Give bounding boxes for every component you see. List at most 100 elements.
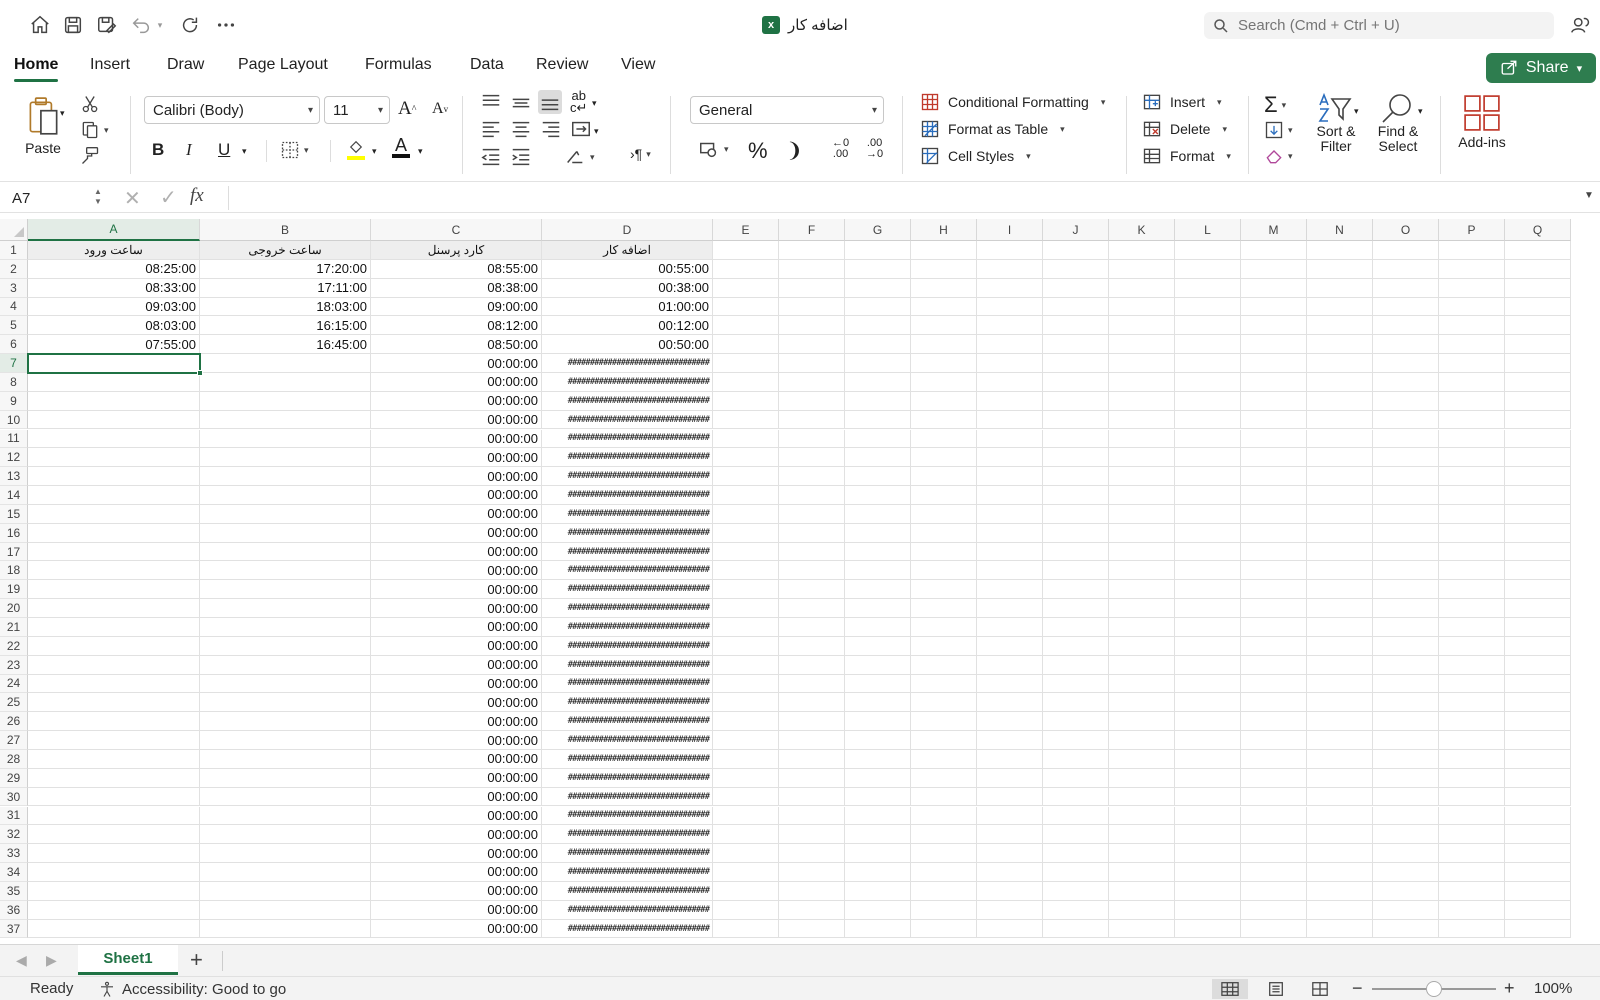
cell-a30[interactable]: [28, 787, 200, 807]
cell-h4[interactable]: [911, 297, 977, 317]
cell-e15[interactable]: [713, 504, 779, 524]
cell-c34[interactable]: 00:00:00: [371, 863, 542, 882]
copy-icon[interactable]: ▾: [80, 120, 109, 140]
cell-o33[interactable]: [1373, 844, 1439, 864]
find-select-button[interactable]: Find & Select: [1372, 92, 1424, 154]
number-format-select[interactable]: General ▾: [690, 96, 884, 124]
tab-draw[interactable]: Draw: [167, 56, 204, 74]
cell-p12[interactable]: [1439, 448, 1505, 468]
cell-q29[interactable]: [1505, 768, 1571, 788]
row-header-18[interactable]: 18: [0, 561, 28, 581]
row-header-27[interactable]: 27: [0, 731, 28, 750]
column-header-d[interactable]: D: [542, 219, 713, 241]
cell-b22[interactable]: [200, 636, 371, 656]
tab-page-layout[interactable]: Page Layout: [238, 56, 328, 74]
cell-q7[interactable]: [1505, 354, 1571, 373]
cell-a3[interactable]: 08:33:00: [28, 278, 200, 298]
cell-n6[interactable]: [1307, 335, 1373, 355]
cell-c32[interactable]: 00:00:00: [371, 825, 542, 845]
cell-g27[interactable]: [845, 731, 911, 750]
cell-q17[interactable]: [1505, 542, 1571, 562]
clear-icon[interactable]: ▾: [1264, 146, 1293, 166]
cell-m6[interactable]: [1241, 335, 1307, 355]
cell-a32[interactable]: [28, 825, 200, 845]
cell-m19[interactable]: [1241, 580, 1307, 600]
cell-j26[interactable]: [1043, 712, 1109, 732]
cell-a18[interactable]: [28, 561, 200, 581]
cell-q24[interactable]: [1505, 674, 1571, 694]
cell-l16[interactable]: [1175, 523, 1241, 543]
align-left-icon[interactable]: [480, 118, 502, 140]
cell-f26[interactable]: [779, 712, 845, 732]
cell-h14[interactable]: [911, 486, 977, 505]
cell-c24[interactable]: 00:00:00: [371, 674, 542, 694]
cell-h29[interactable]: [911, 768, 977, 788]
cell-q36[interactable]: [1505, 900, 1571, 920]
cell-l28[interactable]: [1175, 749, 1241, 769]
cell-a22[interactable]: [28, 636, 200, 656]
cell-e19[interactable]: [713, 580, 779, 600]
column-header-e[interactable]: E: [713, 219, 779, 241]
cell-p28[interactable]: [1439, 749, 1505, 769]
cell-a6[interactable]: 07:55:00: [28, 335, 200, 355]
cell-p33[interactable]: [1439, 844, 1505, 864]
cell-b34[interactable]: [200, 863, 371, 882]
cell-k25[interactable]: [1109, 693, 1175, 713]
cell-h11[interactable]: [911, 429, 977, 449]
cell-g19[interactable]: [845, 580, 911, 600]
cell-m35[interactable]: [1241, 881, 1307, 901]
row-header-33[interactable]: 33: [0, 844, 28, 864]
insert-function-button[interactable]: fx: [190, 185, 204, 207]
row-header-35[interactable]: 35: [0, 881, 28, 901]
cell-l7[interactable]: [1175, 354, 1241, 373]
confirm-edit-icon[interactable]: ✓: [160, 185, 177, 210]
cell-g23[interactable]: [845, 655, 911, 675]
cell-q4[interactable]: [1505, 297, 1571, 317]
cell-l13[interactable]: [1175, 467, 1241, 487]
cell-l26[interactable]: [1175, 712, 1241, 732]
cell-e6[interactable]: [713, 335, 779, 355]
cell-l1[interactable]: [1175, 241, 1241, 260]
cell-l33[interactable]: [1175, 844, 1241, 864]
cell-q28[interactable]: [1505, 749, 1571, 769]
cell-k36[interactable]: [1109, 900, 1175, 920]
cell-e37[interactable]: [713, 919, 779, 939]
cell-j10[interactable]: [1043, 410, 1109, 430]
cell-o29[interactable]: [1373, 768, 1439, 788]
cell-l34[interactable]: [1175, 863, 1241, 882]
row-header-10[interactable]: 10: [0, 410, 28, 430]
cell-q14[interactable]: [1505, 486, 1571, 505]
cell-n24[interactable]: [1307, 674, 1373, 694]
cell-b6[interactable]: 16:45:00: [200, 335, 371, 355]
cell-m32[interactable]: [1241, 825, 1307, 845]
cell-m29[interactable]: [1241, 768, 1307, 788]
cell-o2[interactable]: [1373, 259, 1439, 279]
cell-n27[interactable]: [1307, 731, 1373, 750]
cell-e26[interactable]: [713, 712, 779, 732]
cell-j33[interactable]: [1043, 844, 1109, 864]
cell-q22[interactable]: [1505, 636, 1571, 656]
cell-i12[interactable]: [977, 448, 1043, 468]
cell-o31[interactable]: [1373, 806, 1439, 826]
cell-b25[interactable]: [200, 693, 371, 713]
cell-f16[interactable]: [779, 523, 845, 543]
cell-a16[interactable]: [28, 523, 200, 543]
cell-j17[interactable]: [1043, 542, 1109, 562]
cell-c12[interactable]: 00:00:00: [371, 448, 542, 468]
column-header-g[interactable]: G: [845, 219, 911, 241]
cell-i4[interactable]: [977, 297, 1043, 317]
cell-p18[interactable]: [1439, 561, 1505, 581]
cell-e33[interactable]: [713, 844, 779, 864]
cell-m5[interactable]: [1241, 316, 1307, 336]
cell-o37[interactable]: [1373, 919, 1439, 939]
cell-g7[interactable]: [845, 354, 911, 373]
cell-c28[interactable]: 00:00:00: [371, 749, 542, 769]
cell-m33[interactable]: [1241, 844, 1307, 864]
cell-l37[interactable]: [1175, 919, 1241, 939]
cell-g30[interactable]: [845, 787, 911, 807]
cell-l3[interactable]: [1175, 278, 1241, 298]
cell-g3[interactable]: [845, 278, 911, 298]
cell-l18[interactable]: [1175, 561, 1241, 581]
cell-b2[interactable]: 17:20:00: [200, 259, 371, 279]
font-name-select[interactable]: Calibri (Body) ▾: [144, 96, 320, 124]
